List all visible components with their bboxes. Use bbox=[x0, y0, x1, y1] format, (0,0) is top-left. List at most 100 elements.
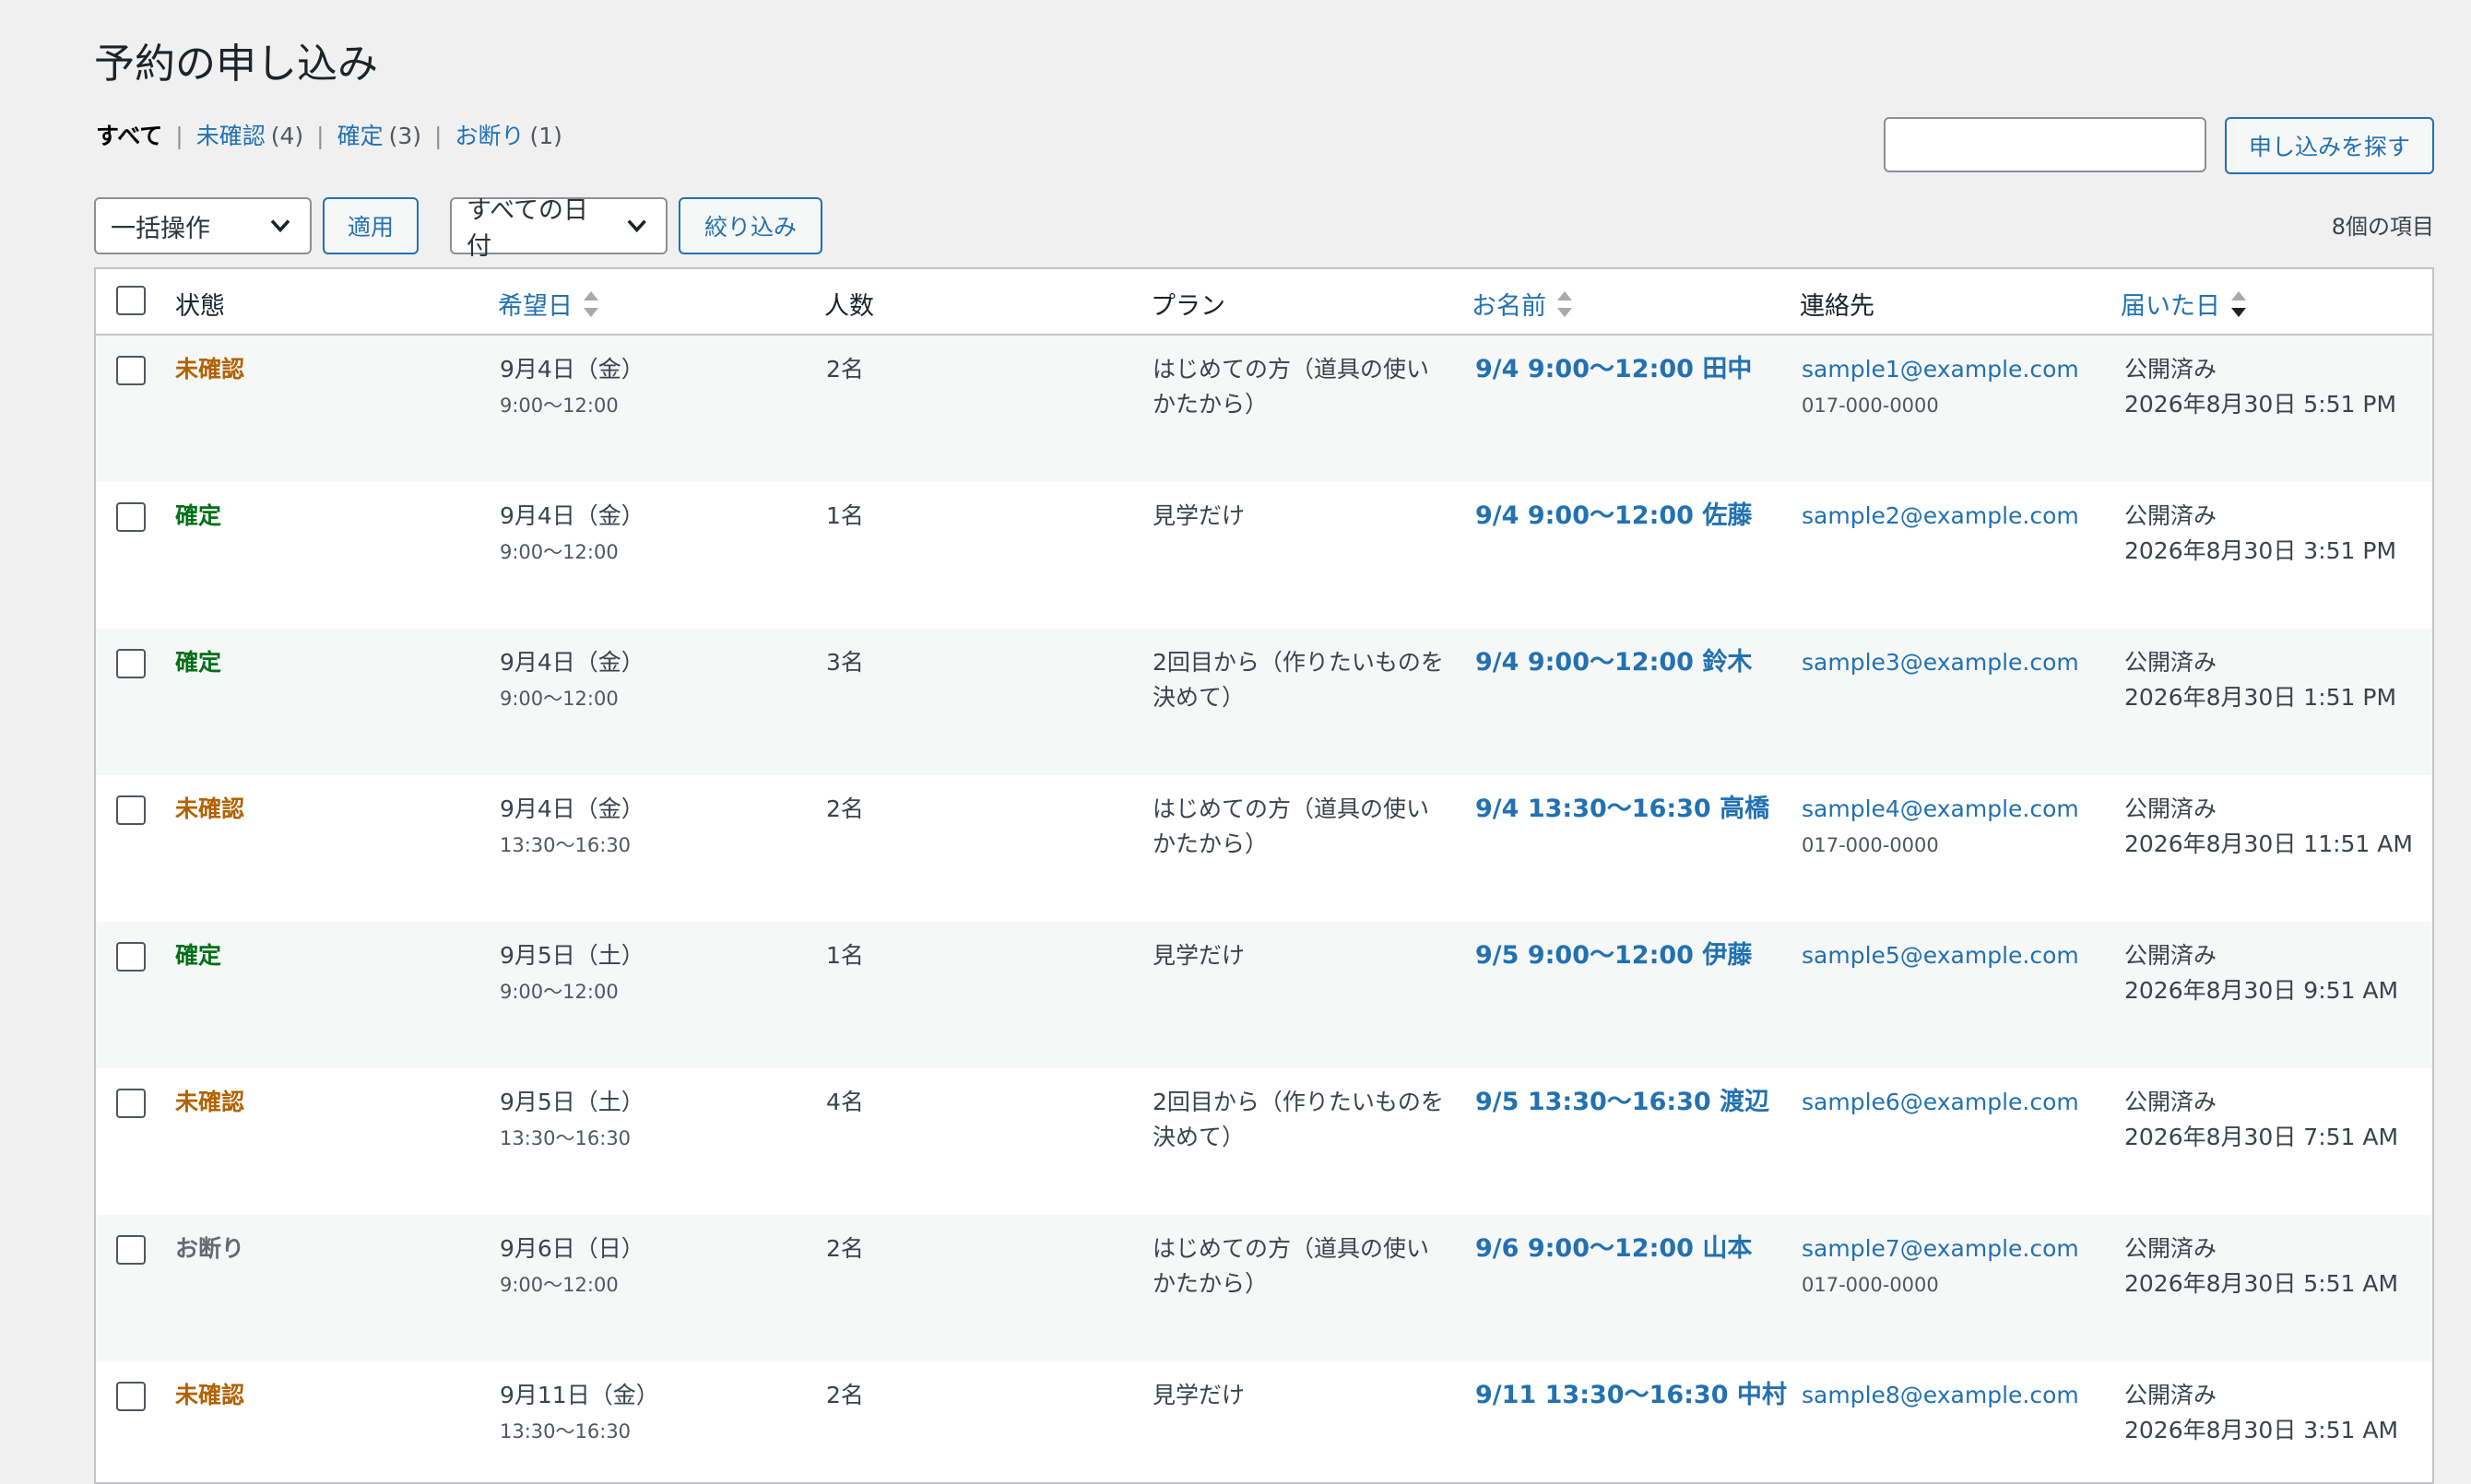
reservation-name-link[interactable]: 9/4 9:00〜12:00 田中 bbox=[1475, 355, 1752, 383]
filter-declined-count: (1) bbox=[529, 123, 562, 149]
received-cell: 公開済み 2026年8月30日 11:51 AM bbox=[2124, 792, 2413, 862]
contact-cell: sample3@example.com bbox=[1802, 645, 2079, 680]
received-datetime: 2026年8月30日 3:51 AM bbox=[2124, 1417, 2399, 1443]
apply-button[interactable]: 適用 bbox=[323, 197, 419, 254]
row-checkbox[interactable] bbox=[116, 1089, 146, 1118]
email-link[interactable]: sample8@example.com bbox=[1802, 1382, 2079, 1408]
received-datetime: 2026年8月30日 7:51 AM bbox=[2124, 1124, 2399, 1150]
row-checkbox[interactable] bbox=[116, 649, 146, 678]
filter-confirmed-link[interactable]: 確定 bbox=[337, 120, 384, 153]
email-link[interactable]: sample1@example.com bbox=[1802, 356, 2079, 383]
row-checkbox[interactable] bbox=[116, 356, 146, 385]
email-link[interactable]: sample6@example.com bbox=[1802, 1089, 2079, 1115]
col-date-header[interactable]: 希望日 bbox=[498, 286, 602, 322]
preferred-date-cell: 9月11日（金） 13:30〜16:30 bbox=[500, 1378, 659, 1450]
reservation-name-link[interactable]: 9/4 13:30〜16:30 高橋 bbox=[1475, 795, 1769, 823]
filter-declined-link[interactable]: お断り bbox=[455, 120, 524, 153]
page-title: 予約の申し込み bbox=[94, 41, 378, 88]
people-count: 4名 bbox=[826, 1089, 864, 1115]
email-link[interactable]: sample5@example.com bbox=[1802, 942, 2079, 969]
sort-desc-icon bbox=[2231, 290, 2246, 317]
publish-status: 公開済み bbox=[2124, 795, 2217, 822]
people-count: 2名 bbox=[826, 356, 864, 383]
plan-text: はじめての方（道具の使いかたから） bbox=[1153, 795, 1430, 857]
preferred-time: 13:30〜16:30 bbox=[500, 1420, 632, 1443]
table-row: 未確認 9月4日（金） 13:30〜16:30 2名 はじめての方（道具の使いかたから）… bbox=[96, 775, 2432, 922]
reservation-name-link[interactable]: 9/6 9:00〜12:00 山本 bbox=[1475, 1234, 1752, 1263]
email-link[interactable]: sample7@example.com bbox=[1802, 1235, 2079, 1262]
name-cell: 9/4 9:00〜12:00 佐藤 bbox=[1475, 499, 1752, 534]
status-badge: 未確認 bbox=[175, 356, 245, 383]
col-plan-header: プラン bbox=[1151, 292, 1225, 321]
search-box: 申し込みを探す bbox=[1883, 117, 2434, 174]
filter-button[interactable]: 絞り込み bbox=[679, 197, 822, 254]
email-link[interactable]: sample2@example.com bbox=[1802, 502, 2079, 529]
reservation-name-link[interactable]: 9/5 13:30〜16:30 渡辺 bbox=[1475, 1088, 1769, 1116]
received-cell: 公開済み 2026年8月30日 3:51 PM bbox=[2124, 499, 2396, 569]
received-cell: 公開済み 2026年8月30日 5:51 AM bbox=[2124, 1231, 2398, 1301]
name-cell: 9/5 9:00〜12:00 伊藤 bbox=[1475, 938, 1752, 973]
reservation-name-link[interactable]: 9/4 9:00〜12:00 鈴木 bbox=[1475, 648, 1752, 677]
contact-cell: sample5@example.com bbox=[1802, 938, 2079, 973]
preferred-date-cell: 9月6日（日） 9:00〜12:00 bbox=[500, 1231, 644, 1303]
name-cell: 9/5 13:30〜16:30 渡辺 bbox=[1475, 1085, 1769, 1120]
preferred-date-cell: 9月4日（金） 13:30〜16:30 bbox=[500, 792, 644, 864]
col-name-header[interactable]: お名前 bbox=[1472, 286, 1576, 322]
preferred-date-cell: 9月5日（土） 9:00〜12:00 bbox=[500, 938, 644, 1010]
email-link[interactable]: sample3@example.com bbox=[1802, 649, 2079, 676]
people-count: 1名 bbox=[826, 942, 864, 969]
preferred-date: 9月4日（金） bbox=[500, 795, 644, 822]
preferred-time: 9:00〜12:00 bbox=[500, 541, 619, 563]
row-checkbox[interactable] bbox=[116, 1382, 146, 1411]
name-cell: 9/11 13:30〜16:30 中村 bbox=[1475, 1378, 1787, 1413]
reservation-name-link[interactable]: 9/5 9:00〜12:00 伊藤 bbox=[1475, 941, 1752, 970]
date-filter-select[interactable]: すべての日付 bbox=[450, 196, 668, 261]
publish-status: 公開済み bbox=[2124, 1235, 2217, 1262]
row-checkbox[interactable] bbox=[116, 1235, 146, 1265]
status-badge: 未確認 bbox=[175, 795, 245, 822]
received-datetime: 2026年8月30日 11:51 AM bbox=[2124, 830, 2413, 857]
row-checkbox[interactable] bbox=[116, 795, 146, 825]
people-count: 2名 bbox=[826, 795, 864, 822]
publish-status: 公開済み bbox=[2124, 1089, 2217, 1115]
plan-text: 2回目から（作りたいものを決めて） bbox=[1153, 1089, 1444, 1150]
search-button[interactable]: 申し込みを探す bbox=[2224, 117, 2434, 174]
search-input[interactable] bbox=[1883, 117, 2206, 172]
people-count: 3名 bbox=[826, 649, 864, 676]
contact-cell: sample1@example.com 017-000-0000 bbox=[1802, 352, 2079, 424]
reservation-name-link[interactable]: 9/4 9:00〜12:00 佐藤 bbox=[1475, 501, 1752, 530]
plan-text: 見学だけ bbox=[1153, 942, 1246, 969]
received-datetime: 2026年8月30日 3:51 PM bbox=[2124, 537, 2397, 564]
row-checkbox[interactable] bbox=[116, 942, 146, 972]
filter-separator: | bbox=[434, 123, 443, 149]
status-badge: 未確認 bbox=[175, 1382, 245, 1408]
items-count: 8個の項目 bbox=[2331, 214, 2434, 240]
status-badge: 確定 bbox=[175, 502, 222, 529]
status-filter-links: すべて | 未確認 (4) | 確定 (3) | お断り (1) bbox=[96, 120, 562, 153]
filter-pending-link[interactable]: 未確認 bbox=[196, 120, 266, 153]
filter-pending-count: (4) bbox=[270, 123, 304, 149]
plan-text: 見学だけ bbox=[1153, 502, 1246, 529]
filter-all-link[interactable]: すべて bbox=[96, 120, 162, 153]
preferred-date: 9月4日（金） bbox=[500, 356, 644, 383]
people-count: 1名 bbox=[826, 502, 864, 529]
select-all-checkbox[interactable] bbox=[116, 286, 146, 315]
reservation-name-link[interactable]: 9/11 13:30〜16:30 中村 bbox=[1475, 1381, 1787, 1409]
contact-cell: sample4@example.com 017-000-0000 bbox=[1802, 792, 2079, 864]
sort-icon bbox=[1557, 290, 1572, 317]
date-filter-selected: すべての日付 bbox=[467, 196, 589, 261]
row-checkbox[interactable] bbox=[116, 502, 146, 532]
phone-number: 017-000-0000 bbox=[1802, 834, 1939, 856]
publish-status: 公開済み bbox=[2124, 502, 2217, 529]
table-header: 状態 希望日 人数 プラン お名前 連絡先 届いた日 bbox=[96, 269, 2432, 336]
preferred-date-cell: 9月4日（金） 9:00〜12:00 bbox=[500, 499, 644, 571]
preferred-date-cell: 9月4日（金） 9:00〜12:00 bbox=[500, 645, 644, 717]
bulk-action-select[interactable]: 一括操作 bbox=[94, 197, 312, 254]
plan-text: はじめての方（道具の使いかたから） bbox=[1153, 356, 1430, 418]
chevron-down-icon bbox=[270, 219, 290, 233]
table-body: 未確認 9月4日（金） 9:00〜12:00 2名 はじめての方（道具の使いかたから） 9… bbox=[96, 336, 2432, 1482]
plan-text: 2回目から（作りたいものを決めて） bbox=[1153, 649, 1444, 711]
table-row: 未確認 9月11日（金） 13:30〜16:30 2名 見学だけ 9/11 13:30〜1… bbox=[96, 1361, 2432, 1482]
email-link[interactable]: sample4@example.com bbox=[1802, 795, 2079, 822]
col-received-header[interactable]: 届いた日 bbox=[2121, 286, 2250, 322]
